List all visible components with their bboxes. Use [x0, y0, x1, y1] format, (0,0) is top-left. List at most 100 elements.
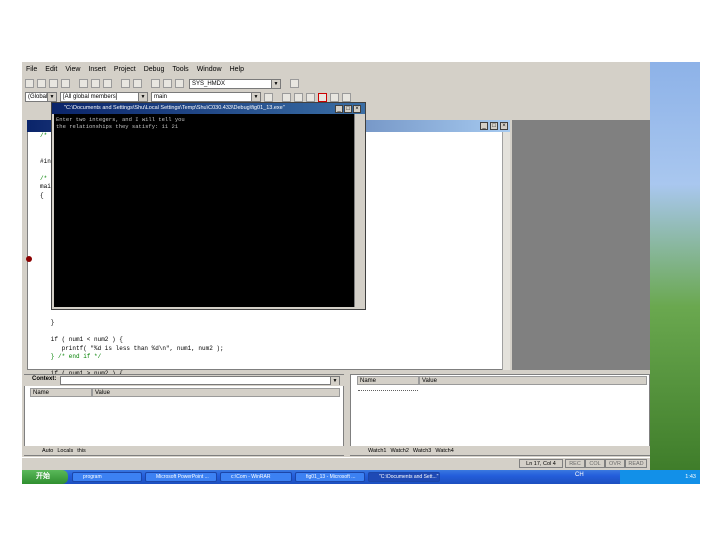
- clock: 1:43: [685, 474, 696, 480]
- mdi-background: [512, 120, 650, 370]
- open-icon[interactable]: [37, 79, 46, 88]
- close-icon[interactable]: ×: [500, 122, 508, 130]
- menu-insert[interactable]: Insert: [88, 66, 106, 73]
- context-label: Context:: [32, 376, 57, 382]
- status-col: COL: [585, 459, 605, 468]
- menu-bar: File Edit View Insert Project Debug Tool…: [22, 62, 650, 76]
- find-in-files-icon[interactable]: [175, 79, 184, 88]
- variables-panel: [24, 374, 344, 456]
- watch-tabs: Watch1 Watch2 Watch3 Watch4: [350, 446, 650, 455]
- tab-watch2[interactable]: Watch2: [390, 448, 408, 454]
- menu-tools[interactable]: Tools: [172, 66, 188, 73]
- chevron-down-icon[interactable]: ▼: [47, 93, 56, 101]
- save-icon[interactable]: [49, 79, 58, 88]
- language-indicator[interactable]: CH: [575, 472, 584, 478]
- editor-scrollbar[interactable]: [502, 132, 510, 370]
- menu-edit[interactable]: Edit: [45, 66, 57, 73]
- task-powerpoint[interactable]: Microsoft PowerPoint ...: [145, 472, 217, 482]
- desktop-wallpaper: [650, 62, 700, 470]
- console-line: Enter two integers, and I will tell you: [56, 116, 185, 123]
- find-combo[interactable]: SYS_HMDX ▼: [189, 78, 281, 89]
- variables-tabs: Auto Locals this: [24, 446, 344, 455]
- save-all-icon[interactable]: [61, 79, 70, 88]
- chevron-down-icon[interactable]: ▼: [138, 93, 147, 101]
- function-combo[interactable]: main ▼: [151, 92, 261, 102]
- watch-panel: [350, 374, 650, 456]
- breakpoint-icon[interactable]: [342, 92, 351, 102]
- code-line: } /* end if */: [40, 353, 102, 360]
- undo-icon[interactable]: [121, 79, 130, 88]
- compile-icon[interactable]: [282, 92, 291, 102]
- task-visual-cpp[interactable]: fig01_13 - Microsoft ...: [295, 472, 365, 482]
- status-rec: REC: [565, 459, 585, 468]
- wizard-action-icon[interactable]: [264, 92, 273, 102]
- menu-debug[interactable]: Debug: [144, 66, 165, 73]
- watch-entry-row[interactable]: [358, 390, 418, 391]
- breakpoint-marker: [26, 256, 32, 262]
- members-combo-value: [All global members]: [63, 94, 118, 100]
- new-icon[interactable]: [25, 79, 34, 88]
- redo-icon[interactable]: [133, 79, 142, 88]
- tab-auto[interactable]: Auto: [42, 448, 53, 454]
- cursor-position: Ln 17, Col 4: [519, 459, 563, 468]
- menu-view[interactable]: View: [65, 66, 80, 73]
- minimize-icon[interactable]: _: [480, 122, 488, 130]
- function-combo-value: main: [154, 94, 168, 100]
- find-icon[interactable]: [290, 79, 299, 88]
- wizard-bar: (Globals) ▼ [All global members] ▼ main …: [22, 91, 650, 103]
- console-title-bar: "C:\Documents and Settings\Shu\Local Set…: [52, 103, 365, 114]
- console-maximize-icon[interactable]: □: [344, 105, 352, 113]
- chevron-down-icon[interactable]: ▼: [330, 377, 339, 385]
- console-scrollbar[interactable]: [354, 114, 363, 307]
- output-icon[interactable]: [163, 79, 172, 88]
- menu-project[interactable]: Project: [114, 66, 136, 73]
- context-bar: Context: ▼: [24, 375, 344, 386]
- tab-watch4[interactable]: Watch4: [435, 448, 453, 454]
- chevron-down-icon[interactable]: ▼: [271, 79, 280, 88]
- tab-watch1[interactable]: Watch1: [368, 448, 386, 454]
- paste-icon[interactable]: [103, 79, 112, 88]
- watch-name-header[interactable]: Name: [357, 376, 419, 385]
- task-winrar[interactable]: c:\Com - WinRAR: [220, 472, 292, 482]
- tab-locals[interactable]: Locals: [57, 448, 73, 454]
- menu-window[interactable]: Window: [197, 66, 222, 73]
- workspace-icon[interactable]: [151, 79, 160, 88]
- menu-help[interactable]: Help: [230, 66, 244, 73]
- members-combo[interactable]: [All global members] ▼: [60, 92, 148, 102]
- variables-name-header[interactable]: Name: [30, 388, 92, 397]
- cut-icon[interactable]: [79, 79, 88, 88]
- start-button[interactable]: 开始: [22, 470, 68, 484]
- stop-build-icon[interactable]: [306, 92, 315, 102]
- console-output: Enter two integers, and I will tell you t…: [56, 116, 346, 130]
- status-ovr: OVR: [605, 459, 625, 468]
- status-read: READ: [625, 459, 647, 468]
- build-icon[interactable]: [294, 92, 303, 102]
- task-program[interactable]: program: [72, 472, 142, 482]
- go-icon[interactable]: [330, 92, 339, 102]
- console-close-icon[interactable]: ×: [353, 105, 361, 113]
- code-line: printf( "%d is less than %d\n", num1, nu…: [40, 344, 224, 352]
- execute-icon[interactable]: [318, 92, 327, 102]
- tab-watch3[interactable]: Watch3: [413, 448, 431, 454]
- variables-value-header[interactable]: Value: [92, 388, 340, 397]
- task-console[interactable]: "C:\Documents and Sett...": [368, 472, 440, 482]
- restore-icon[interactable]: □: [490, 122, 498, 130]
- console-minimize-icon[interactable]: _: [335, 105, 343, 113]
- code-line: if ( num1 < num2 ) {: [40, 336, 123, 343]
- scope-combo[interactable]: (Globals) ▼: [25, 92, 57, 102]
- tab-this[interactable]: this: [77, 448, 86, 454]
- watch-value-header[interactable]: Value: [419, 376, 647, 385]
- context-combo[interactable]: ▼: [60, 376, 340, 385]
- menu-file[interactable]: File: [26, 66, 37, 73]
- standard-toolbar: SYS_HMDX ▼: [22, 77, 650, 90]
- find-combo-value: SYS_HMDX: [192, 80, 226, 87]
- console-window: [51, 102, 366, 310]
- system-tray: 1:43: [620, 470, 700, 484]
- copy-icon[interactable]: [91, 79, 100, 88]
- chevron-down-icon[interactable]: ▼: [251, 93, 260, 101]
- code-line: }: [40, 319, 55, 326]
- status-bar: Ln 17, Col 4 REC COL OVR READ: [22, 457, 650, 468]
